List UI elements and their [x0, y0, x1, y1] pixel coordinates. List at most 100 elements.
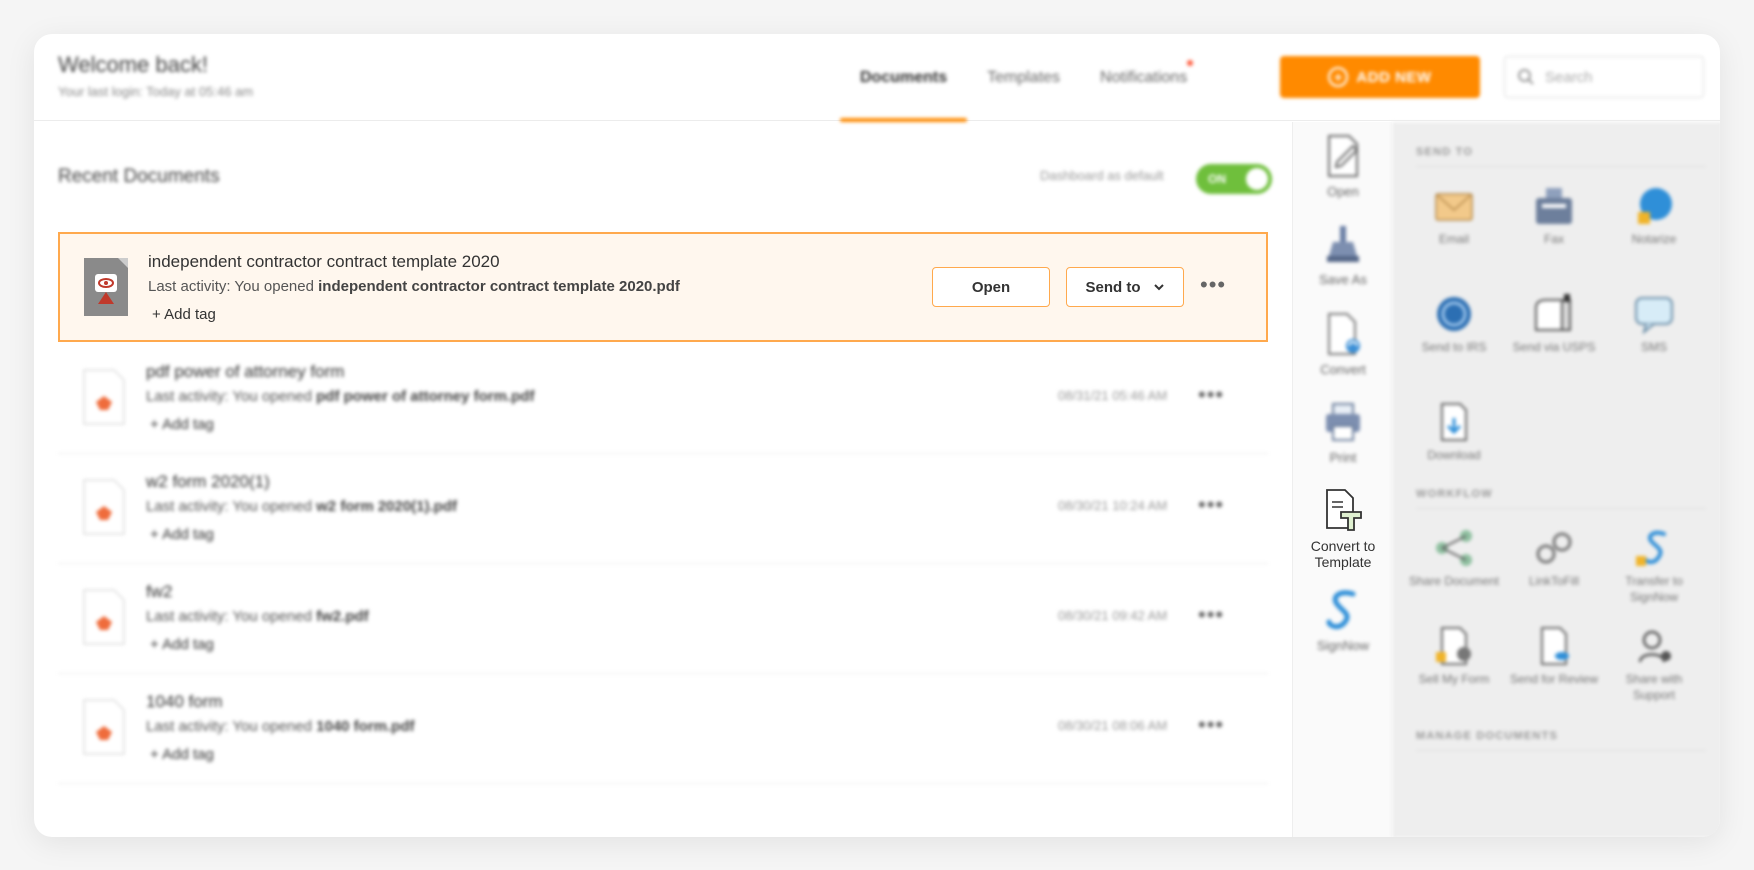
action-print[interactable]: Print — [1293, 400, 1393, 465]
item-label: Send to IRS — [1421, 340, 1487, 354]
download-icon — [1441, 403, 1467, 441]
search-placeholder: Search — [1545, 68, 1593, 86]
search-input[interactable]: Search — [1504, 56, 1704, 98]
workflow-share-document[interactable]: Share Document — [1404, 528, 1504, 590]
send-email[interactable]: Email — [1404, 186, 1504, 248]
more-options-button[interactable]: ••• — [1198, 492, 1224, 518]
open-button[interactable]: Open — [932, 267, 1050, 307]
send-to-irs[interactable]: Send to IRS — [1404, 294, 1504, 356]
activity-filename: pdf power of attorney form.pdf — [316, 388, 535, 405]
sell-form-icon — [1436, 627, 1471, 665]
action-label: Convert to Template — [1310, 538, 1376, 570]
share-icon — [1436, 530, 1472, 566]
document-date: 08/30/21 08:06 AM — [1058, 718, 1168, 733]
activity-filename: independent contractor contract template… — [318, 278, 680, 295]
item-label: Transfer to SignNow — [1625, 574, 1683, 604]
send-notarize[interactable]: Notarize — [1604, 186, 1704, 248]
activity-prefix: Last activity: You opened — [146, 608, 317, 625]
activity-prefix: Last activity: You opened — [146, 718, 317, 735]
welcome-title: Welcome back! — [58, 52, 208, 77]
add-tag-link[interactable]: + Add tag — [150, 416, 214, 433]
document-date: 08/30/21 10:24 AM — [1058, 498, 1168, 513]
send-to-label: Send to — [1085, 278, 1141, 296]
document-name: w2 form 2020(1) — [146, 472, 270, 491]
dashboard-default-label: Dashboard as default — [1040, 168, 1164, 183]
send-via-usps[interactable]: Send via USPS — [1504, 294, 1604, 356]
send-download[interactable]: Download — [1404, 402, 1504, 464]
main-tabs: Documents Templates Notifications — [840, 34, 1207, 122]
add-tag-link[interactable]: + Add tag — [152, 306, 216, 323]
more-options-button[interactable]: ••• — [1198, 712, 1224, 738]
tab-documents[interactable]: Documents — [840, 34, 968, 122]
add-new-label: ADD NEW — [1356, 68, 1432, 86]
open-icon — [1328, 135, 1359, 177]
add-tag-link[interactable]: + Add tag — [150, 526, 214, 543]
activity-prefix: Last activity: You opened — [148, 278, 319, 295]
pdf-file-icon — [83, 699, 125, 755]
document-row[interactable]: pdf power of attorney form Last activity… — [58, 344, 1268, 454]
action-open[interactable]: Open — [1293, 134, 1393, 199]
search-icon — [1518, 69, 1534, 85]
more-options-button[interactable]: ••• — [1200, 272, 1226, 298]
item-label: Download — [1427, 448, 1481, 462]
item-label: LinkToFill — [1528, 574, 1579, 588]
email-icon — [1435, 193, 1473, 221]
print-icon — [1326, 403, 1360, 441]
notification-dot — [1187, 60, 1194, 66]
recent-documents-title: Recent Documents — [58, 166, 220, 187]
tab-notifications[interactable]: Notifications — [1080, 34, 1207, 121]
add-new-button[interactable]: + ADD NEW — [1280, 56, 1480, 98]
send-to-panel: SEND TO Email Fax Notarize Send to IRS S… — [1392, 122, 1720, 837]
support-icon — [1638, 630, 1671, 663]
workflow-sell-my-form[interactable]: Sell My Form — [1404, 626, 1504, 688]
convert-to-template-icon — [1326, 489, 1362, 531]
add-tag-link[interactable]: + Add tag — [150, 746, 214, 763]
workflow-share-with-support[interactable]: Share with Support — [1604, 626, 1704, 703]
action-label: Open — [1327, 184, 1359, 199]
tab-templates[interactable]: Templates — [967, 34, 1080, 121]
workflow-transfer-to-signnow[interactable]: Transfer to SignNow — [1604, 528, 1704, 605]
document-name: fw2 — [146, 582, 173, 601]
document-row-selected[interactable]: independent contractor contract template… — [58, 232, 1268, 342]
more-options-button[interactable]: ••• — [1198, 382, 1224, 408]
welcome-block: Welcome back! Your last login: Today at … — [58, 52, 253, 99]
activity-filename: fw2.pdf — [316, 608, 369, 625]
convert-icon — [1328, 313, 1360, 355]
document-row[interactable]: 1040 form Last activity: You opened 1040… — [58, 674, 1268, 784]
link-icon — [1536, 532, 1572, 564]
send-to-button[interactable]: Send to — [1066, 267, 1184, 307]
document-row[interactable]: w2 form 2020(1) Last activity: You opene… — [58, 454, 1268, 564]
workflow-send-for-review[interactable]: Send for Review — [1504, 626, 1604, 688]
document-activity: Last activity: You opened pdf power of a… — [146, 388, 534, 405]
workflow-heading: WORKFLOW — [1416, 488, 1706, 509]
item-label: Email — [1438, 232, 1469, 246]
send-to-heading: SEND TO — [1416, 146, 1706, 167]
dashboard-default-toggle[interactable]: ON — [1196, 164, 1272, 194]
signnow-icon — [1326, 590, 1356, 630]
document-date: 08/31/21 05:46 AM — [1058, 388, 1168, 403]
save-as-icon — [1327, 226, 1359, 262]
document-date: 08/30/21 09:42 AM — [1058, 608, 1168, 623]
activity-prefix: Last activity: You opened — [146, 388, 317, 405]
more-options-button[interactable]: ••• — [1198, 602, 1224, 628]
document-activity: Last activity: You opened fw2.pdf — [146, 608, 369, 625]
add-tag-link[interactable]: + Add tag — [150, 636, 214, 653]
activity-prefix: Last activity: You opened — [146, 498, 317, 515]
action-signnow[interactable]: SignNow — [1293, 588, 1393, 653]
document-row[interactable]: fw2 Last activity: You opened fw2.pdf + … — [58, 564, 1268, 674]
fax-icon — [1536, 188, 1572, 224]
item-label: Notarize — [1631, 232, 1677, 246]
tab-label: Templates — [987, 68, 1061, 86]
document-name: 1040 form — [146, 692, 223, 711]
action-save-as[interactable]: Save As — [1293, 222, 1393, 287]
manage-documents-heading: MANAGE DOCUMENTS — [1416, 730, 1706, 751]
toggle-label: ON — [1208, 172, 1226, 186]
workflow-link-to-fill[interactable]: LinkToFill — [1504, 528, 1604, 590]
item-label: Send for Review — [1509, 672, 1599, 686]
send-fax[interactable]: Fax — [1504, 186, 1604, 248]
document-activity: Last activity: You opened w2 form 2020(1… — [146, 498, 457, 515]
send-sms[interactable]: SMS — [1604, 294, 1704, 356]
action-convert[interactable]: Convert — [1293, 312, 1393, 377]
irs-icon — [1437, 297, 1471, 331]
action-convert-to-template[interactable]: Convert to Template — [1293, 488, 1393, 570]
